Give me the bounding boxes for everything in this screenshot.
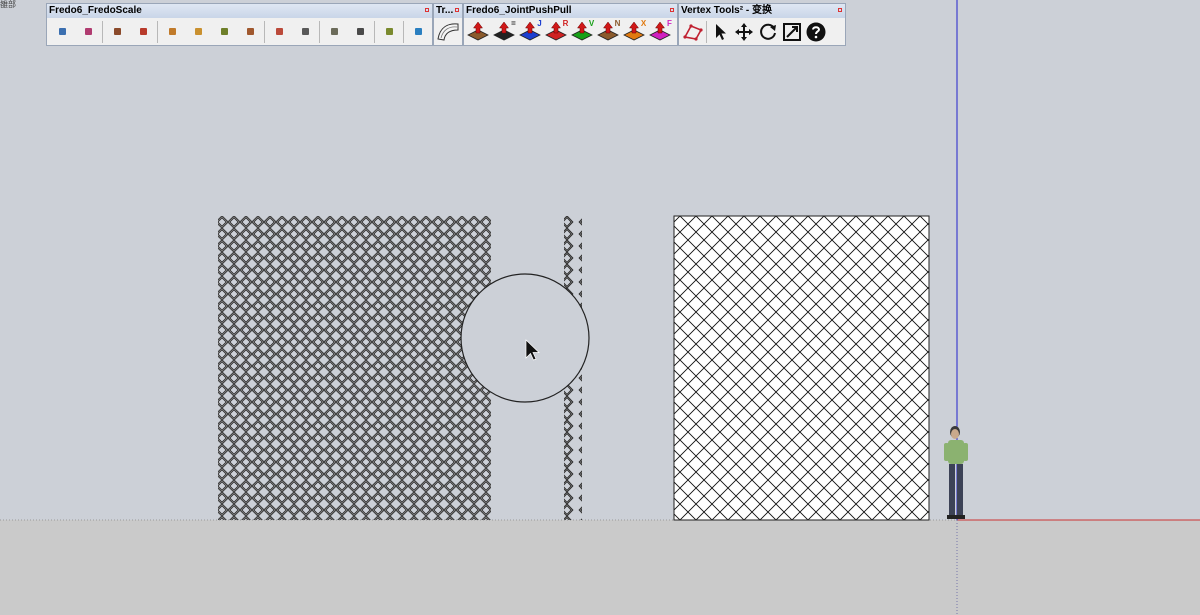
- ground-plane: [0, 520, 1200, 615]
- icon-glyph: [414, 28, 422, 35]
- normal-push-pull-icon[interactable]: =: [492, 19, 518, 44]
- icon-glyph: [194, 28, 202, 35]
- icon-glyph: [275, 28, 283, 35]
- icon-glyph: [385, 28, 393, 35]
- icon-glyph: [301, 28, 309, 35]
- scale-tool-3-icon[interactable]: [104, 20, 130, 44]
- toolbar-separator: [319, 20, 320, 43]
- scale-tool-1-icon[interactable]: [49, 20, 75, 44]
- toolbar-separator: [264, 20, 265, 43]
- close-icon[interactable]: [455, 8, 459, 12]
- scale-tool-5-icon[interactable]: [159, 20, 185, 44]
- move-icon[interactable]: [732, 20, 756, 44]
- icon-glyph: [356, 28, 364, 35]
- scale-tool-11-icon[interactable]: [321, 20, 347, 44]
- toolbar-separator: [403, 20, 404, 43]
- icon-glyph: [168, 28, 176, 35]
- joint-push-pull-icon[interactable]: [466, 20, 492, 44]
- round-push-pull-icon[interactable]: R: [544, 19, 570, 44]
- scale-tool-9-icon[interactable]: [266, 20, 292, 44]
- scale-tool-14-icon[interactable]: [405, 20, 431, 44]
- toolbar-title-bar[interactable]: Tr...: [434, 4, 462, 18]
- toolbar-buttons: = J R V N X F: [464, 18, 677, 45]
- icon-glyph: [84, 28, 92, 35]
- scale-tool-13-icon[interactable]: [376, 20, 402, 44]
- icon-glyph: [220, 28, 228, 35]
- scale-tool-7-icon[interactable]: [211, 20, 237, 44]
- icon-glyph: [330, 28, 338, 35]
- extrude-x-push-pull-icon[interactable]: X: [622, 19, 648, 44]
- toolbar-buttons: [47, 18, 432, 45]
- scale-tool-6-icon[interactable]: [185, 20, 211, 44]
- joint-push-pull-toolbar: Fredo6_JointPushPull = J R V N X F: [463, 3, 678, 46]
- normal-n-push-pull-icon[interactable]: N: [596, 19, 622, 44]
- close-icon[interactable]: [425, 8, 429, 12]
- corner-label: 雒部: [0, 0, 16, 9]
- toolbar-separator: [706, 20, 707, 43]
- follow-push-pull-icon[interactable]: F: [648, 19, 674, 44]
- icon-glyph: [58, 28, 66, 35]
- toolbar-buttons: [679, 18, 845, 45]
- help-icon[interactable]: [804, 20, 828, 44]
- scale-tool-2-icon[interactable]: [75, 20, 101, 44]
- pointer-icon[interactable]: [708, 20, 732, 44]
- scale-tool-8-icon[interactable]: [237, 20, 263, 44]
- toolbar-separator: [157, 20, 158, 43]
- icon-glyph: [246, 28, 254, 35]
- rotate-icon[interactable]: [756, 20, 780, 44]
- mode-letter: F: [667, 19, 672, 28]
- toolbar-buttons: [434, 18, 462, 45]
- toolbar-separator: [102, 20, 103, 43]
- vertex-select-icon[interactable]: [681, 20, 705, 44]
- icon-glyph: [113, 28, 121, 35]
- close-icon[interactable]: [670, 8, 674, 12]
- toolbar-title-bar[interactable]: Fredo6_JointPushPull: [464, 4, 677, 18]
- toolbar-title: Fredo6_JointPushPull: [466, 5, 572, 16]
- mode-letter: V: [588, 19, 595, 28]
- toolbar-title-bar[interactable]: Vertex Tools² - 变换: [679, 4, 845, 18]
- scale-icon[interactable]: [780, 20, 804, 44]
- close-icon[interactable]: [838, 8, 842, 12]
- toolbar-title: Tr...: [436, 5, 454, 16]
- mode-letter: N: [614, 19, 621, 28]
- fredo-scale-toolbar: Fredo6_FredoScale: [46, 3, 433, 46]
- mode-letter: J: [537, 19, 542, 28]
- mode-letter: =: [511, 19, 516, 28]
- toolbar-title: Fredo6_FredoScale: [49, 5, 142, 16]
- scale-tool-4-icon[interactable]: [130, 20, 156, 44]
- scale-tool-10-icon[interactable]: [292, 20, 318, 44]
- modeling-viewport[interactable]: [0, 0, 1200, 615]
- vector-push-pull-icon[interactable]: V: [570, 19, 596, 44]
- curviloft-icon[interactable]: [436, 20, 460, 44]
- mode-letter: X: [640, 19, 647, 28]
- toolbar-title: Vertex Tools² - 变换: [681, 5, 772, 16]
- tr-toolbar: Tr...: [433, 3, 463, 46]
- toolbar-title-bar[interactable]: Fredo6_FredoScale: [47, 4, 432, 18]
- toolbar-separator: [374, 20, 375, 43]
- mode-letter: R: [562, 19, 569, 28]
- joint-j-push-pull-icon[interactable]: J: [518, 19, 544, 44]
- icon-glyph: [139, 28, 147, 35]
- vertex-tools-toolbar: Vertex Tools² - 变换: [678, 3, 846, 46]
- scale-tool-12-icon[interactable]: [347, 20, 373, 44]
